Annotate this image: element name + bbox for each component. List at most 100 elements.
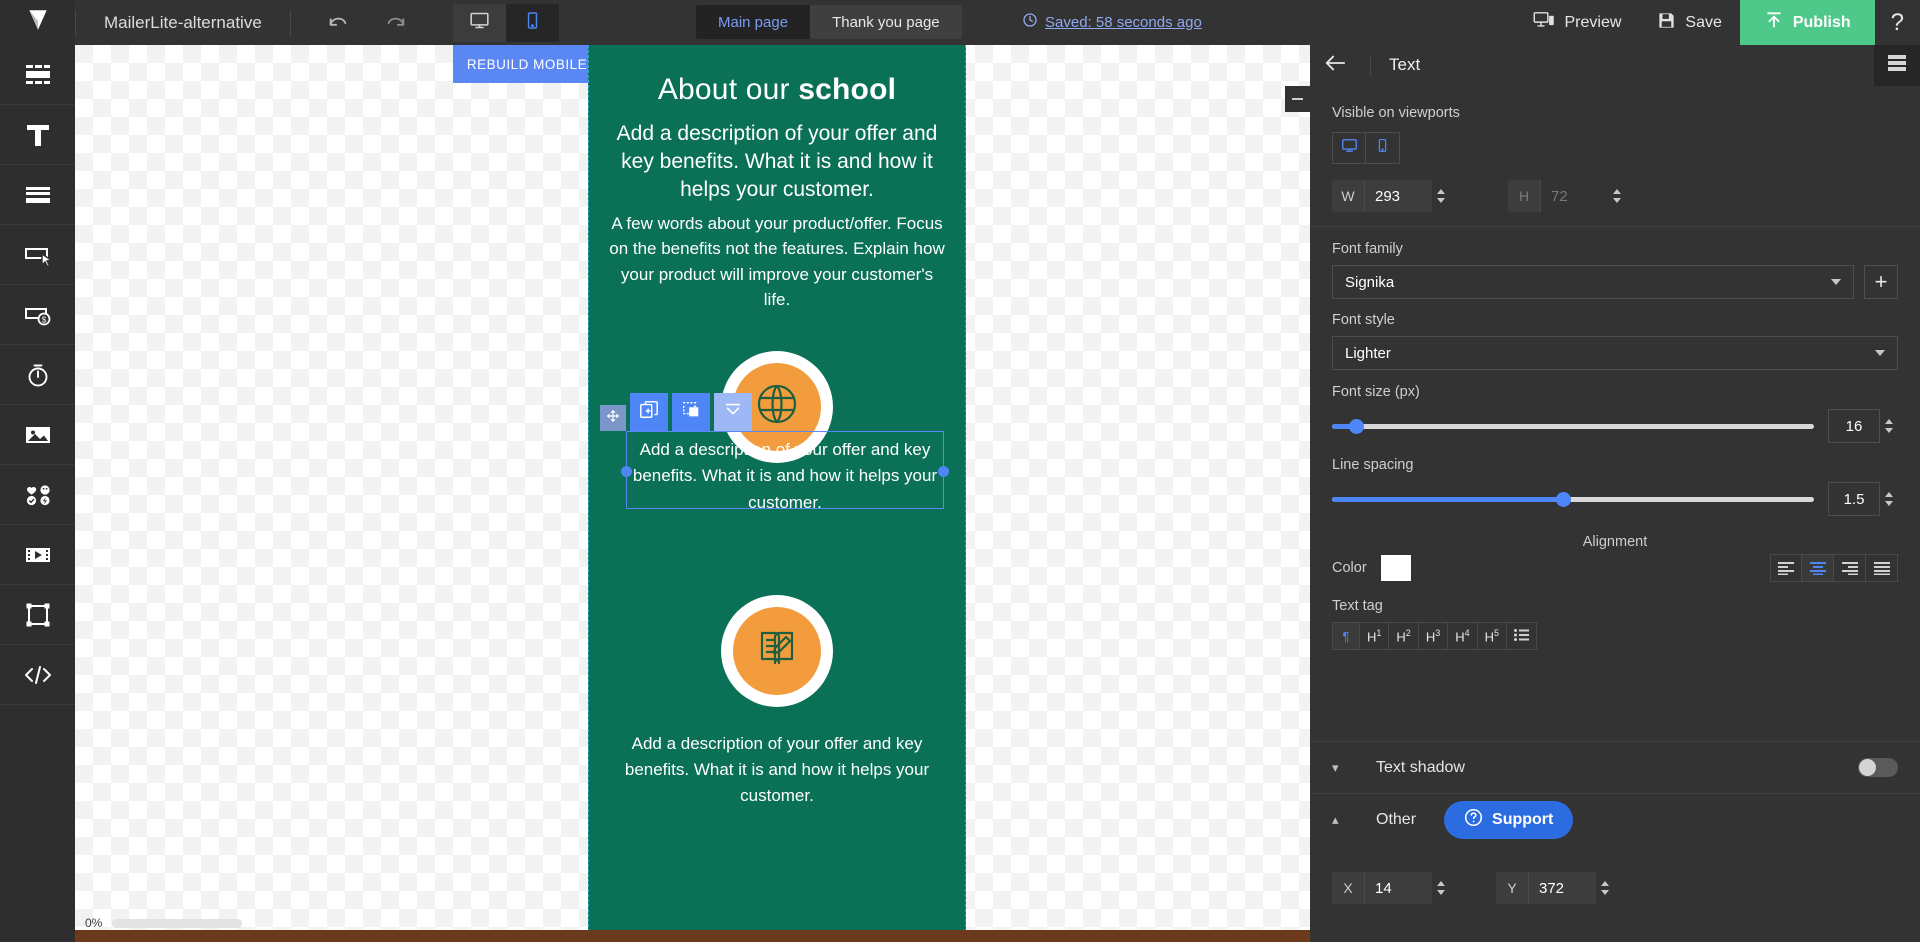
text-tag-h5-button[interactable]: H5 <box>1477 622 1508 650</box>
badge-book[interactable] <box>721 594 833 707</box>
text-tag-h4-button[interactable]: H4 <box>1448 622 1478 650</box>
support-button[interactable]: Support <box>1444 800 1574 839</box>
sidebar-item-video[interactable] <box>0 525 75 585</box>
page-block1-text[interactable]: Add a description of your offer and key … <box>627 432 943 516</box>
sidebar-item-code[interactable] <box>0 645 75 705</box>
font-size-slider-knob[interactable] <box>1349 418 1365 434</box>
align-left-icon <box>1778 561 1794 575</box>
page-preview-frame[interactable]: About our school Add a description of yo… <box>588 45 966 942</box>
line-spacing-stepper[interactable] <box>1880 483 1898 515</box>
text-tag-h2-button[interactable]: H2 <box>1389 622 1419 650</box>
x-stepper[interactable] <box>1432 872 1450 904</box>
app-logo[interactable] <box>0 0 75 45</box>
sidebar-item-timer[interactable] <box>0 345 75 405</box>
text-shadow-toggle[interactable] <box>1858 758 1898 777</box>
height-stepper[interactable] <box>1608 180 1626 212</box>
saved-status[interactable]: Saved: 58 seconds ago <box>1022 12 1202 32</box>
sidebar-item-image[interactable] <box>0 405 75 465</box>
color-alignment-row: Color <box>1332 554 1898 582</box>
width-input[interactable]: 293 <box>1364 180 1432 212</box>
align-center-button[interactable] <box>1802 554 1834 582</box>
text-tag-h3-button[interactable]: H3 <box>1418 622 1449 650</box>
history-controls <box>315 0 419 45</box>
help-button[interactable]: ? <box>1875 0 1920 45</box>
font-family-select[interactable]: Signika <box>1332 265 1854 299</box>
font-size-row: 16 <box>1332 409 1898 443</box>
text-tag-paragraph-button[interactable]: ¶ <box>1332 622 1360 650</box>
selection-toolbar <box>600 389 752 431</box>
support-label: Support <box>1492 810 1554 828</box>
collapse-block-button[interactable] <box>714 393 752 431</box>
viewport-mobile-button[interactable] <box>505 3 559 42</box>
width-stepper[interactable] <box>1432 180 1450 212</box>
collapse-down-icon <box>723 400 743 425</box>
sidebar-item-button[interactable] <box>0 225 75 285</box>
page-sub-text[interactable]: A few words about your product/offer. Fo… <box>609 211 945 313</box>
back-arrow-icon <box>1324 54 1346 77</box>
color-swatch[interactable] <box>1380 555 1411 581</box>
line-spacing-input[interactable]: 1.5 <box>1828 482 1880 516</box>
height-label: H <box>1508 180 1540 212</box>
preview-label: Preview <box>1564 13 1622 31</box>
viewport-toggle-mobile[interactable] <box>1366 132 1400 164</box>
toggle-thumb <box>1859 759 1876 776</box>
page-lead-text[interactable]: Add a description of your offer and key … <box>609 120 945 205</box>
font-size-slider[interactable] <box>1332 418 1814 434</box>
align-justify-button[interactable] <box>1866 554 1898 582</box>
sidebar-item-icons[interactable] <box>0 465 75 525</box>
save-button[interactable]: Save <box>1639 0 1739 45</box>
redo-button[interactable] <box>373 0 419 45</box>
sidebar-item-rows[interactable] <box>0 165 75 225</box>
tab-main-page[interactable]: Main page <box>696 5 811 39</box>
bullet-list-icon <box>1514 628 1530 644</box>
y-input[interactable]: 372 <box>1528 872 1596 904</box>
text-shadow-accordion[interactable]: ▾ Text shadow <box>1310 741 1920 793</box>
other-accordion[interactable]: ▴ Other Support <box>1310 793 1920 845</box>
text-tag-list-button[interactable] <box>1507 622 1538 650</box>
resize-handle-left[interactable] <box>621 466 632 477</box>
viewport-section: Visible on viewports W 293 H 72 <box>1310 105 1920 212</box>
layers-list-icon <box>1887 54 1907 77</box>
zoom-slider[interactable] <box>112 918 243 928</box>
layers-list-button[interactable] <box>1874 44 1920 86</box>
video-film-icon <box>23 545 53 565</box>
align-right-button[interactable] <box>1834 554 1866 582</box>
color-label: Color <box>1332 560 1367 576</box>
add-font-button[interactable]: + <box>1864 265 1898 299</box>
copy-style-button[interactable] <box>672 393 710 431</box>
font-size-stepper[interactable] <box>1880 410 1898 442</box>
editor-canvas[interactable]: REBUILD MOBILE About our school Add a de… <box>75 45 1310 942</box>
sidebar-item-blocks[interactable] <box>0 45 75 105</box>
viewport-desktop-button[interactable] <box>452 3 506 42</box>
selected-text-block[interactable]: Add a description of your offer and key … <box>621 431 949 512</box>
publish-button[interactable]: Publish <box>1739 0 1875 45</box>
viewport-toggle-desktop[interactable] <box>1332 132 1366 164</box>
save-label: Save <box>1685 13 1722 31</box>
panel-collapse-tab[interactable] <box>1285 86 1310 112</box>
panel-title: Text <box>1389 55 1421 74</box>
line-spacing-slider-knob[interactable] <box>1556 491 1572 507</box>
resize-handle-right[interactable] <box>938 466 949 477</box>
panel-back-button[interactable] <box>1318 48 1352 82</box>
font-style-select[interactable]: Lighter <box>1332 336 1898 370</box>
rebuild-mobile-button[interactable]: REBUILD MOBILE <box>453 45 601 83</box>
undo-button[interactable] <box>315 0 361 45</box>
duplicate-button[interactable] <box>630 393 668 431</box>
x-input[interactable]: 14 <box>1364 872 1432 904</box>
chevron-down-icon: ▾ <box>1332 759 1339 775</box>
chevron-up-icon <box>1613 189 1621 194</box>
sidebar-item-shape[interactable] <box>0 585 75 645</box>
preview-button[interactable]: Preview <box>1515 0 1639 45</box>
page-block2-text[interactable]: Add a description of your offer and key … <box>609 731 945 810</box>
text-tag-h1-button[interactable]: H1 <box>1360 622 1390 650</box>
zoom-indicator[interactable]: 0% <box>85 916 243 930</box>
align-left-button[interactable] <box>1770 554 1802 582</box>
chevron-up-icon <box>1885 492 1893 497</box>
sidebar-item-payment-button[interactable]: $ <box>0 285 75 345</box>
font-size-input[interactable]: 16 <box>1828 409 1880 443</box>
y-stepper[interactable] <box>1596 872 1614 904</box>
tab-thank-you-page[interactable]: Thank you page <box>810 5 962 39</box>
line-spacing-slider[interactable] <box>1332 491 1814 507</box>
move-handle[interactable] <box>600 405 626 431</box>
sidebar-item-text[interactable] <box>0 105 75 165</box>
